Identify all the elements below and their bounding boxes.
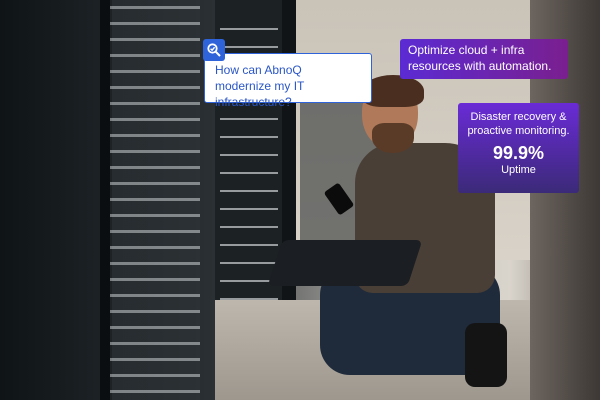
optimize-text: Optimize cloud + infra resources with au… (408, 43, 552, 73)
search-icon (203, 39, 225, 61)
phone (323, 182, 355, 216)
search-icon-glyph (207, 43, 221, 57)
laptop (267, 240, 423, 286)
uptime-label: Uptime (501, 164, 536, 176)
rack-cables (110, 0, 200, 400)
recovery-text: Disaster recovery & proactive monitoring… (467, 111, 570, 137)
recovery-card: Disaster recovery & proactive monitoring… (458, 103, 579, 193)
hero-scene: How can AbnoQ modernize my IT infrastruc… (0, 0, 600, 400)
person-boot (465, 323, 507, 387)
uptime-value: 99.9% (492, 143, 545, 163)
person-beard (372, 123, 414, 153)
question-card: How can AbnoQ modernize my IT infrastruc… (204, 53, 372, 109)
optimize-card: Optimize cloud + infra resources with au… (400, 39, 568, 79)
question-text: How can AbnoQ modernize my IT infrastruc… (215, 63, 305, 109)
